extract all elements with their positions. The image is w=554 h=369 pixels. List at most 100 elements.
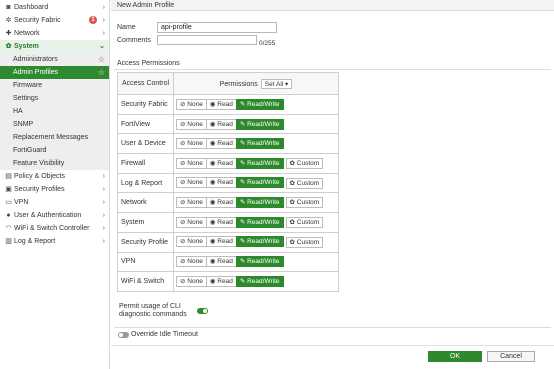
none-option[interactable]: ⊘ None <box>176 236 207 248</box>
read-option[interactable]: ◉ Read <box>205 177 237 189</box>
sidebar-item-user-authentication[interactable]: ● User & Authentication › <box>0 209 109 222</box>
sidebar-item-vpn[interactable]: ▭ VPN › <box>0 196 109 209</box>
read-write-option[interactable]: ✎ Read/Write <box>235 177 284 189</box>
none-option[interactable]: ⊘ None <box>176 118 207 130</box>
custom-option[interactable]: ✿ Custom <box>285 197 324 209</box>
set-all-dropdown[interactable]: Set All ▾ <box>260 78 293 89</box>
option-label: None <box>187 179 203 187</box>
sidebar-item-log-report[interactable]: ▥ Log & Report › <box>0 235 109 248</box>
none-option[interactable]: ⊘ None <box>176 98 207 110</box>
read-write-option[interactable]: ✎ Read/Write <box>235 197 284 209</box>
star-icon[interactable]: ☆ <box>98 53 105 66</box>
sidebar-item-label: Security Fabric <box>14 17 61 24</box>
permission-segmented-control: ⊘ None ◉ Read ✎ Read/Write <box>176 276 284 288</box>
none-option[interactable]: ⊘ None <box>176 197 207 209</box>
option-label: Custom <box>296 179 320 187</box>
sidebar-item-network[interactable]: ✚ Network › <box>0 27 109 40</box>
option-label: None <box>187 218 203 226</box>
override-idle-timeout-toggle[interactable] <box>118 332 129 338</box>
sidebar-item-settings[interactable]: Settings <box>0 92 109 105</box>
read-option[interactable]: ◉ Read <box>205 157 237 169</box>
option-label: Custom <box>296 238 320 246</box>
custom-option[interactable]: ✿ Custom <box>285 217 324 229</box>
option-label: None <box>187 258 203 266</box>
read-option[interactable]: ◉ Read <box>205 138 237 150</box>
none-option[interactable]: ⊘ None <box>176 157 207 169</box>
permission-segmented-control: ⊘ None ◉ Read ✎ Read/Write <box>176 256 284 268</box>
caret-down-icon: ▾ <box>285 80 289 88</box>
sidebar-item-firmware[interactable]: Firmware <box>0 79 109 92</box>
read-write-option[interactable]: ✎ Read/Write <box>235 157 284 169</box>
permission-options: ⊘ None ◉ Read ✎ Read/Write <box>173 271 339 292</box>
option-label: Read <box>217 258 233 266</box>
section-divider <box>114 327 551 328</box>
sidebar-item-label: Settings <box>13 95 39 102</box>
sidebar-item-security-fabric[interactable]: ✲ Security Fabric 1 › <box>0 14 109 27</box>
ok-button[interactable]: OK <box>428 351 482 362</box>
option-label: Custom <box>296 199 320 207</box>
none-option[interactable]: ⊘ None <box>176 276 207 288</box>
sidebar-item-label: SNMP <box>13 121 34 128</box>
none-option[interactable]: ⊘ None <box>176 138 207 150</box>
sidebar-item-admin-profiles[interactable]: Admin Profiles ☆ <box>0 66 109 79</box>
read-write-option[interactable]: ✎ Read/Write <box>235 138 284 150</box>
read-write-option[interactable]: ✎ Read/Write <box>235 256 284 268</box>
section-divider <box>114 69 551 70</box>
access-control-label: User & Device <box>117 133 174 155</box>
read-option[interactable]: ◉ Read <box>205 216 237 228</box>
option-label: Read <box>217 140 233 148</box>
cancel-button[interactable]: Cancel <box>487 351 535 362</box>
none-option[interactable]: ⊘ None <box>176 177 207 189</box>
set-all-label: Set All <box>264 80 284 88</box>
name-input[interactable]: api-profile <box>157 22 277 33</box>
sidebar-item-dashboard[interactable]: ◙ Dashboard › <box>0 1 109 14</box>
read-write-option[interactable]: ✎ Read/Write <box>235 236 284 248</box>
option-label: Read <box>217 278 233 286</box>
user-icon: ● <box>6 212 11 219</box>
none-option[interactable]: ⊘ None <box>176 216 207 228</box>
custom-option[interactable]: ✿ Custom <box>285 158 324 170</box>
table-row: Security Fabric ⊘ None ◉ Read ✎ Read/Write <box>117 94 339 115</box>
custom-option[interactable]: ✿ Custom <box>285 177 324 189</box>
star-icon[interactable]: ☆ <box>98 66 105 79</box>
access-control-label: System <box>117 212 174 233</box>
sidebar-item-administrators[interactable]: Administrators ☆ <box>0 53 109 66</box>
sidebar-item-policy-objects[interactable]: ▤ Policy & Objects › <box>0 170 109 183</box>
cli-diagnostic-toggle[interactable] <box>197 308 208 314</box>
chevron-right-icon: › <box>102 17 105 24</box>
read-write-option[interactable]: ✎ Read/Write <box>235 98 284 110</box>
table-row: Firewall ⊘ None ◉ Read ✎ Read/Write ✿ Custom <box>117 153 339 174</box>
none-option[interactable]: ⊘ None <box>176 256 207 268</box>
read-option[interactable]: ◉ Read <box>205 276 237 288</box>
column-header-label: Permissions <box>219 80 258 88</box>
custom-option[interactable]: ✿ Custom <box>285 236 324 248</box>
permission-options: ⊘ None ◉ Read ✎ Read/Write ✿ Custom <box>173 153 339 174</box>
read-write-option[interactable]: ✎ Read/Write <box>235 118 284 130</box>
gear-icon: ✿ <box>5 43 12 50</box>
read-write-option[interactable]: ✎ Read/Write <box>235 216 284 228</box>
option-label: Read <box>217 159 233 167</box>
sidebar-item-feature-visibility[interactable]: Feature Visibility <box>0 157 109 170</box>
sidebar-item-label: Log & Report <box>14 238 56 245</box>
read-option[interactable]: ◉ Read <box>205 256 237 268</box>
cli-label-line2: diagnostic commands <box>119 311 187 318</box>
gear-icon: ✿ <box>289 238 297 246</box>
chevron-right-icon: › <box>102 4 105 11</box>
option-label: Read/Write <box>247 218 280 226</box>
comments-counter: 0/255 <box>259 40 276 47</box>
sidebar-item-fortiguard[interactable]: FortiGuard <box>0 144 109 157</box>
sidebar-item-wifi-switch-controller[interactable]: ◠ WiFi & Switch Controller › <box>0 222 109 235</box>
comments-textarea[interactable] <box>157 35 257 45</box>
sidebar-item-security-profiles[interactable]: ▣ Security Profiles › <box>0 183 109 196</box>
access-control-label: WiFi & Switch <box>117 271 174 292</box>
sidebar-item-snmp[interactable]: SNMP <box>0 118 109 131</box>
read-option[interactable]: ◉ Read <box>205 98 237 110</box>
sidebar-item-system[interactable]: ✿ System ⌄ <box>0 40 109 53</box>
read-option[interactable]: ◉ Read <box>205 236 237 248</box>
read-write-option[interactable]: ✎ Read/Write <box>235 276 284 288</box>
option-label: Custom <box>296 219 320 227</box>
sidebar-item-ha[interactable]: HA <box>0 105 109 118</box>
read-option[interactable]: ◉ Read <box>205 118 237 130</box>
sidebar-item-replacement-messages[interactable]: Replacement Messages <box>0 131 109 144</box>
read-option[interactable]: ◉ Read <box>205 197 237 209</box>
